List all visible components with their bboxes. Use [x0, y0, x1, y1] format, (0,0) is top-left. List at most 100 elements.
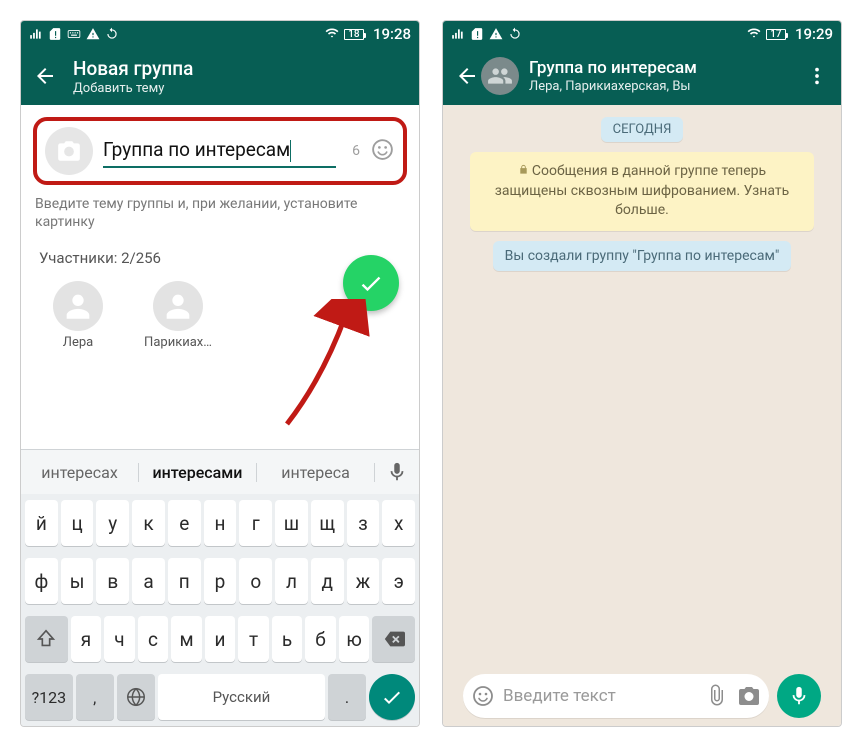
sim-alert-icon [48, 27, 62, 41]
arrow-back-icon [33, 64, 57, 88]
backspace-icon [383, 628, 405, 650]
member-name: Парикиах… [144, 335, 212, 350]
member-item[interactable]: Лера [43, 281, 113, 350]
camera-icon [56, 138, 82, 164]
more-vert-icon [806, 65, 828, 87]
keyboard-row: фывапролджэ [21, 552, 419, 610]
lock-icon [518, 164, 529, 175]
letter-key[interactable]: ч [104, 616, 135, 662]
header-subtitle: Добавить тему [73, 81, 409, 96]
clock: 19:29 [795, 25, 833, 43]
letter-key[interactable]: к [132, 500, 165, 546]
shift-icon [35, 628, 57, 650]
globe-icon [125, 686, 147, 708]
keyboard-row: ячсмитьбю [21, 610, 419, 668]
back-button[interactable] [31, 62, 59, 90]
letter-key[interactable]: в [96, 558, 129, 604]
wifi-icon [325, 27, 339, 41]
letter-key[interactable]: ш [275, 500, 308, 546]
sync-icon [105, 27, 119, 41]
letter-key[interactable]: щ [311, 500, 344, 546]
keyboard-row: ?123 , Русский . [21, 668, 419, 726]
comma-key[interactable]: , [76, 674, 114, 720]
period-key[interactable]: . [328, 674, 366, 720]
letter-key[interactable]: а [132, 558, 165, 604]
letter-key[interactable]: о [239, 558, 272, 604]
date-pill: СЕГОДНЯ [601, 117, 684, 142]
letter-key[interactable]: д [311, 558, 344, 604]
chat-header[interactable]: Группа по интересам Лера, Парикиахерская… [443, 47, 841, 105]
group-name-field[interactable]: Группа по интересам [103, 134, 336, 168]
sim-alert-icon [470, 27, 484, 41]
emoji-icon [370, 137, 395, 162]
letter-key[interactable]: э [382, 558, 415, 604]
header-title: Новая группа [73, 57, 409, 80]
menu-button[interactable] [803, 62, 831, 90]
space-key[interactable]: Русский [158, 674, 325, 720]
camera-icon[interactable] [737, 684, 761, 708]
composer-placeholder: Введите текст [503, 686, 697, 706]
keyboard-row: йцукенгшщзх [21, 494, 419, 552]
voice-input-button[interactable] [375, 461, 419, 483]
letter-key[interactable]: ж [347, 558, 380, 604]
encryption-notice[interactable]: Сообщения в данной группе теперь защищен… [470, 152, 814, 231]
letter-key[interactable]: н [204, 500, 237, 546]
warning-icon [86, 27, 100, 41]
keyboard-icon [67, 27, 81, 41]
letter-key[interactable]: х [382, 500, 415, 546]
letter-key[interactable]: п [168, 558, 201, 604]
check-icon [357, 269, 385, 297]
enter-key[interactable] [369, 674, 415, 720]
signal-icon [29, 27, 43, 41]
backspace-key[interactable] [372, 616, 415, 662]
back-button[interactable] [453, 62, 481, 90]
member-name: Лера [63, 335, 93, 350]
phone-left: 18 19:28 Новая группа Добавить тему Груп… [20, 20, 420, 727]
letter-key[interactable]: ю [339, 616, 370, 662]
suggestion-bar: интересах интересами интереса [21, 450, 419, 494]
letter-key[interactable]: р [204, 558, 237, 604]
letter-key[interactable]: ы [61, 558, 94, 604]
emoji-button[interactable] [370, 137, 395, 166]
letter-key[interactable]: я [71, 616, 102, 662]
letter-key[interactable]: с [138, 616, 169, 662]
group-avatar[interactable] [481, 57, 519, 95]
chat-subtitle: Лера, Парикиахерская, Вы [529, 79, 803, 94]
letter-key[interactable]: м [171, 616, 202, 662]
language-key[interactable] [117, 674, 155, 720]
shift-key[interactable] [25, 616, 68, 662]
letter-key[interactable]: е [168, 500, 201, 546]
member-item[interactable]: Парикиах… [143, 281, 213, 350]
chat-body[interactable]: СЕГОДНЯ Сообщения в данной группе теперь… [443, 105, 841, 726]
letter-key[interactable]: б [305, 616, 336, 662]
letter-key[interactable]: л [275, 558, 308, 604]
suggestion-item[interactable]: интересах [21, 463, 139, 482]
letter-key[interactable]: ь [272, 616, 303, 662]
message-input[interactable]: Введите текст [463, 674, 769, 718]
letter-key[interactable]: й [25, 500, 58, 546]
suggestion-item[interactable]: интереса [257, 463, 375, 482]
message-composer: Введите текст [455, 666, 829, 726]
phone-right: 17 19:29 Группа по интересам Лера, Парик… [442, 20, 842, 727]
letter-key[interactable]: ф [25, 558, 58, 604]
chars-remaining: 6 [352, 143, 360, 159]
numeric-key[interactable]: ?123 [25, 674, 73, 720]
letter-key[interactable]: г [239, 500, 272, 546]
voice-record-button[interactable] [777, 674, 821, 718]
letter-key[interactable]: з [347, 500, 380, 546]
attach-icon[interactable] [705, 684, 729, 708]
arrow-back-icon [455, 64, 479, 88]
confirm-fab[interactable] [343, 255, 399, 311]
suggestion-item[interactable]: интересами [139, 463, 257, 482]
mic-icon [788, 685, 810, 707]
group-name-highlight: Группа по интересам 6 [33, 117, 407, 185]
letter-key[interactable]: и [205, 616, 236, 662]
letter-key[interactable]: у [96, 500, 129, 546]
group-setup-area: Группа по интересам 6 [21, 105, 419, 187]
letter-key[interactable]: т [238, 616, 269, 662]
letter-key[interactable]: ц [61, 500, 94, 546]
group-photo-button[interactable] [45, 127, 93, 175]
status-bar: 17 19:29 [443, 21, 841, 47]
emoji-icon[interactable] [471, 684, 495, 708]
person-icon [61, 289, 95, 323]
